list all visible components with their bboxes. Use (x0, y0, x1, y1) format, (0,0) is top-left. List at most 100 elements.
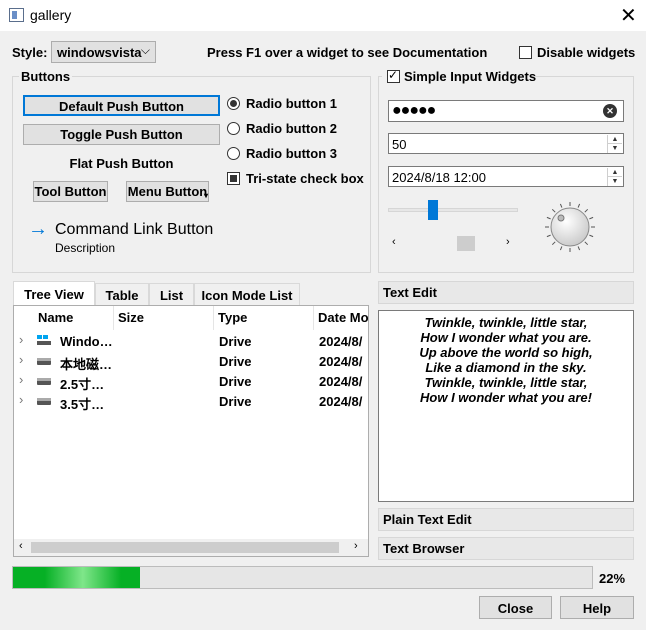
row-name: 2.5寸… (60, 377, 105, 392)
row-name: Windo… (60, 334, 113, 349)
menu-arrow-icon: ▾ (203, 191, 208, 200)
command-link-button[interactable]: → Command Link Button Description (28, 218, 228, 258)
row-date: 2024/8/ (319, 394, 363, 409)
spin-down-icon[interactable]: ▼ (608, 144, 622, 153)
datetime-edit[interactable]: 2024/8/18 12:00 ▲ ▼ (388, 166, 624, 187)
datetime-up-icon[interactable]: ▲ (608, 168, 622, 177)
row-date: 2024/8/ (319, 334, 363, 349)
checkmark-icon: ✓ (388, 68, 399, 82)
menu-button-label: Menu Button (127, 184, 208, 199)
text-edit-header[interactable]: Text Edit (378, 281, 634, 304)
radio-button-3[interactable] (227, 147, 240, 160)
default-push-button[interactable]: Default Push Button (23, 95, 220, 116)
column-header-type[interactable]: Type (214, 306, 314, 330)
poem-line: How I wonder what you are! (420, 390, 592, 405)
row-date: 2024/8/ (319, 354, 363, 369)
dial[interactable] (544, 201, 596, 253)
simple-input-checkbox[interactable]: ✓ (387, 68, 400, 83)
expand-chevron-icon[interactable]: › (19, 332, 23, 347)
buttons-group-title: Buttons (19, 69, 73, 84)
close-window-icon[interactable]: ✕ (620, 3, 637, 28)
disable-widgets-label[interactable]: Disable widgets (537, 45, 635, 60)
plain-text-edit-header[interactable]: Plain Text Edit (378, 508, 634, 531)
column-header-name[interactable]: Name (34, 306, 114, 330)
tri-state-label[interactable]: Tri-state check box (246, 171, 364, 186)
tool-button[interactable]: Tool Button (33, 181, 108, 202)
scroll-right-icon[interactable]: › (354, 540, 358, 552)
table-row[interactable]: › 本地磁… Drive 2024/8/ (14, 352, 368, 373)
title-bar: gallery ✕ (0, 0, 646, 31)
datetime-down-icon[interactable]: ▼ (608, 177, 622, 186)
progress-label: 22% (599, 571, 626, 586)
table-row[interactable]: › Windo… Drive 2024/8/ (14, 332, 368, 353)
gallery-window: gallery ✕ Style: windowsvista ⌵ Press F1… (0, 0, 646, 630)
poem-line: How I wonder what you are. (420, 330, 592, 345)
flat-push-button[interactable]: Flat Push Button (23, 156, 220, 171)
command-link-label: Command Link Button (55, 221, 214, 238)
expand-chevron-icon[interactable]: › (19, 352, 23, 367)
poem-line: Twinkle, twinkle, little star, (424, 375, 588, 390)
spin-box[interactable]: 50 ▲ ▼ (388, 133, 624, 154)
tab-table[interactable]: Table (95, 283, 149, 306)
expand-chevron-icon[interactable]: › (19, 392, 23, 407)
tree-horizontal-scrollbar[interactable]: ‹ › (14, 539, 368, 556)
arrow-right-icon: → (28, 218, 48, 240)
scroll-right-icon[interactable]: › (506, 236, 510, 248)
progress-fill (13, 567, 141, 588)
command-link-description: Description (55, 241, 116, 255)
spin-value: 50 (392, 137, 407, 152)
table-row[interactable]: › 2.5寸… Drive 2024/8/ (14, 372, 368, 393)
slider-groove (388, 208, 518, 212)
tab-icon-mode-list[interactable]: Icon Mode List (194, 283, 300, 306)
row-type: Drive (219, 354, 252, 369)
radio-button-1-label[interactable]: Radio button 1 (246, 96, 337, 111)
expand-chevron-icon[interactable]: › (19, 372, 23, 387)
spin-buttons: ▲ ▼ (607, 135, 622, 153)
horizontal-scrollbar[interactable]: ‹ › (388, 234, 520, 253)
tab-tree-view[interactable]: Tree View (13, 281, 95, 306)
column-header-size[interactable]: Size (114, 306, 214, 330)
window-title: gallery (30, 7, 72, 23)
style-combobox[interactable]: windowsvista ⌵ (51, 41, 156, 63)
disable-widgets-checkbox[interactable] (519, 46, 532, 59)
row-type: Drive (219, 394, 252, 409)
toggle-push-button[interactable]: Toggle Push Button (23, 124, 220, 145)
scrollbar-thumb[interactable] (31, 542, 339, 553)
scroll-left-icon[interactable]: ‹ (19, 540, 23, 552)
spin-up-icon[interactable]: ▲ (608, 135, 622, 144)
tri-state-checkbox[interactable] (227, 172, 240, 185)
datetime-spin-buttons: ▲ ▼ (607, 168, 622, 186)
column-header-date[interactable]: Date Mo (314, 306, 368, 330)
password-dots: ●●●●● (392, 102, 436, 119)
scroll-left-icon[interactable]: ‹ (392, 236, 396, 248)
tree-view[interactable]: Name Size Type Date Mo › Windo… Drive 20… (13, 305, 369, 557)
menu-button[interactable]: Menu Button ▾ (126, 181, 209, 202)
radio-button-1[interactable] (227, 97, 240, 110)
row-date: 2024/8/ (319, 374, 363, 389)
radio-button-2-label[interactable]: Radio button 2 (246, 121, 337, 136)
tab-list[interactable]: List (149, 283, 194, 306)
password-field[interactable]: ●●●●● ✕ (388, 100, 624, 122)
clear-icon[interactable]: ✕ (603, 104, 617, 118)
row-type: Drive (219, 334, 252, 349)
slider-handle[interactable] (428, 200, 438, 220)
drive-icon (37, 398, 51, 405)
help-button[interactable]: Help (560, 596, 634, 619)
text-browser-header[interactable]: Text Browser (378, 537, 634, 560)
table-row[interactable]: › 3.5寸… Drive 2024/8/ (14, 392, 368, 413)
row-type: Drive (219, 374, 252, 389)
row-name: 3.5寸… (60, 397, 105, 412)
text-edit[interactable]: Twinkle, twinkle, little star, How I won… (378, 310, 634, 502)
poem-line: Like a diamond in the sky. (425, 360, 587, 375)
drive-icon (37, 378, 51, 385)
row-name: 本地磁… (60, 357, 113, 372)
poem-line: Up above the world so high, (419, 345, 593, 360)
scrollbar-thumb[interactable] (457, 236, 475, 251)
chevron-down-icon: ⌵ (140, 43, 150, 57)
radio-button-3-label[interactable]: Radio button 3 (246, 146, 337, 161)
horizontal-slider[interactable] (388, 198, 520, 222)
windows-drive-icon (37, 335, 51, 345)
radio-button-2[interactable] (227, 122, 240, 135)
simple-input-title[interactable]: Simple Input Widgets (404, 69, 536, 84)
close-button[interactable]: Close (479, 596, 552, 619)
